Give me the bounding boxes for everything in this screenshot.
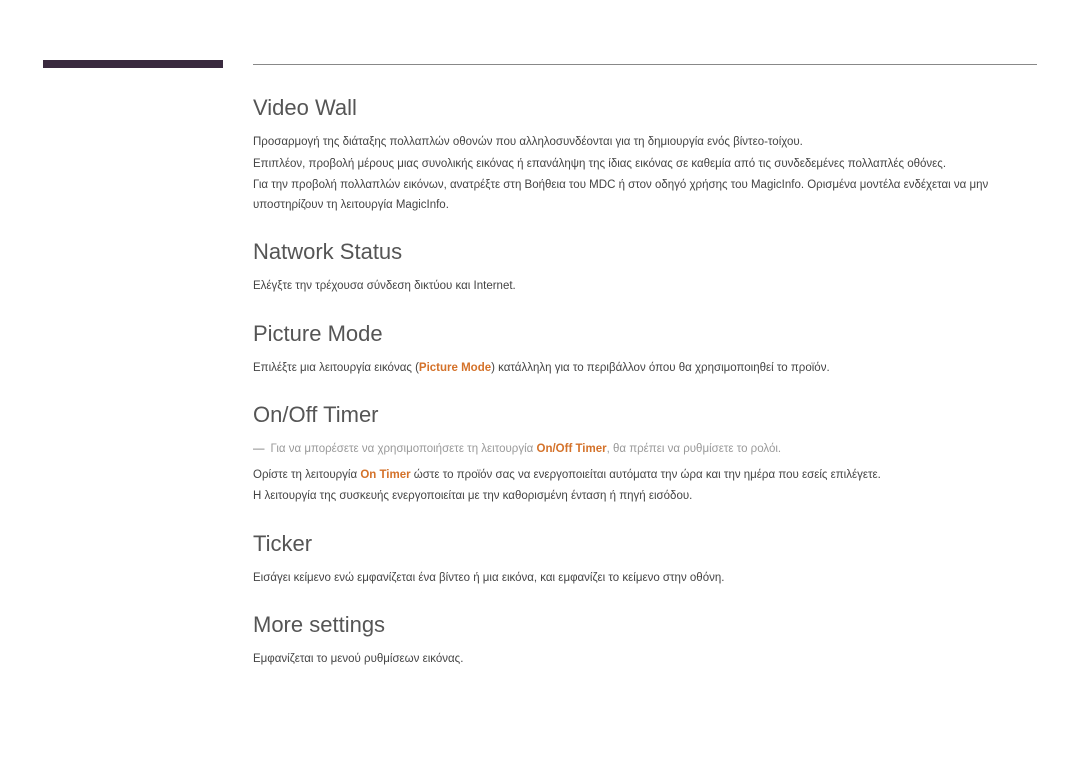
body-text: Επιπλέον, προβολή μέρους μιας συνολικής … bbox=[253, 155, 1037, 175]
body-text: Εμφανίζεται το μενού ρυθμίσεων εικόνας. bbox=[253, 650, 1037, 670]
section-video-wall: Video Wall Προσαρμογή της διάταξης πολλα… bbox=[253, 95, 1037, 215]
text-fragment: , θα πρέπει να ρυθμίσετε το ρολόι. bbox=[607, 443, 782, 455]
highlight-term: Picture Mode bbox=[419, 362, 491, 374]
section-title: More settings bbox=[253, 612, 1037, 638]
accent-bar bbox=[43, 60, 223, 68]
text-fragment: Επιλέξτε μια λειτουργία εικόνας ( bbox=[253, 362, 419, 374]
section-title: Picture Mode bbox=[253, 321, 1037, 347]
horizontal-rule bbox=[253, 64, 1037, 65]
body-text: Για την προβολή πολλαπλών εικόνων, ανατρ… bbox=[253, 176, 1037, 215]
body-text: Ορίστε τη λειτουργία On Timer ώστε το πρ… bbox=[253, 466, 1037, 486]
body-text: Προσαρμογή της διάταξης πολλαπλών οθονών… bbox=[253, 133, 1037, 153]
highlight-term: On Timer bbox=[360, 469, 410, 481]
note-row: ― Για να μπορέσετε να χρησιμοποιήσετε τη… bbox=[253, 440, 1037, 460]
section-network-status: Natwork Status Ελέγξτε την τρέχουσα σύνδ… bbox=[253, 239, 1037, 297]
section-title: Ticker bbox=[253, 531, 1037, 557]
section-more-settings: More settings Εμφανίζεται το μενού ρυθμί… bbox=[253, 612, 1037, 670]
section-ticker: Ticker Εισάγει κείμενο ενώ εμφανίζεται έ… bbox=[253, 531, 1037, 589]
body-text: Η λειτουργία της συσκευής ενεργοποιείται… bbox=[253, 487, 1037, 507]
section-on-off-timer: On/Off Timer ― Για να μπορέσετε να χρησι… bbox=[253, 402, 1037, 507]
body-text: Ελέγξτε την τρέχουσα σύνδεση δικτύου και… bbox=[253, 277, 1037, 297]
text-fragment: ) κατάλληλη για το περιβάλλον όπου θα χρ… bbox=[491, 362, 830, 374]
section-picture-mode: Picture Mode Επιλέξτε μια λειτουργία εικ… bbox=[253, 321, 1037, 379]
body-text: Επιλέξτε μια λειτουργία εικόνας (Picture… bbox=[253, 359, 1037, 379]
section-title: Natwork Status bbox=[253, 239, 1037, 265]
highlight-term: On/Off Timer bbox=[537, 443, 607, 455]
section-title: On/Off Timer bbox=[253, 402, 1037, 428]
body-text: Εισάγει κείμενο ενώ εμφανίζεται ένα βίντ… bbox=[253, 569, 1037, 589]
text-fragment: Για να μπορέσετε να χρησιμοποιήσετε τη λ… bbox=[271, 443, 537, 455]
text-fragment: Ορίστε τη λειτουργία bbox=[253, 469, 360, 481]
page-content: Video Wall Προσαρμογή της διάταξης πολλα… bbox=[253, 95, 1037, 694]
text-fragment: ώστε το προϊόν σας να ενεργοποιείται αυτ… bbox=[411, 469, 881, 481]
section-title: Video Wall bbox=[253, 95, 1037, 121]
dash-icon: ― bbox=[253, 443, 265, 455]
note-text: Για να μπορέσετε να χρησιμοποιήσετε τη λ… bbox=[271, 440, 782, 460]
